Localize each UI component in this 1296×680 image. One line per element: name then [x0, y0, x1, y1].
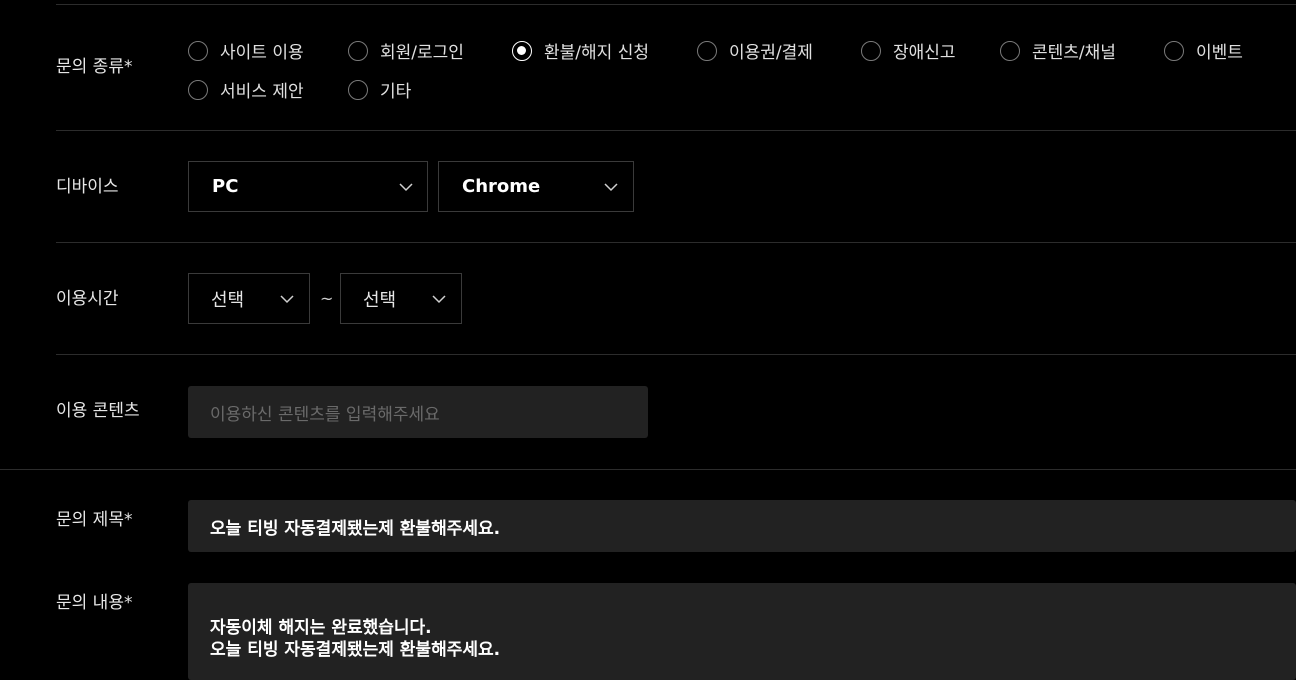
radio-circle-icon	[188, 79, 208, 100]
select-value: Chrome	[462, 176, 541, 197]
radio-circle-icon	[348, 40, 368, 61]
radio-circle-icon	[861, 40, 881, 61]
radio-label: 장애신고	[893, 43, 956, 63]
device-platform-select[interactable]: PC	[188, 161, 428, 212]
body-textarea[interactable]: 자동이체 해지는 완료했습니다. 오늘 티빙 자동결제됐는제 환불해주세요.	[188, 583, 1296, 680]
radio-label: 이벤트	[1196, 43, 1243, 63]
radio-circle-icon	[697, 40, 717, 61]
radio-label: 회원/로그인	[380, 43, 464, 63]
subject-input[interactable]: 오늘 티빙 자동결제됐는제 환불해주세요.	[188, 500, 1296, 552]
inquiry-type-label: 문의 종류*	[56, 57, 133, 77]
radio-site-usage[interactable]: 사이트 이용	[188, 38, 304, 63]
body-line-2: 오늘 티빙 자동결제됐는제 환불해주세요.	[210, 640, 501, 660]
time-range-separator: ~	[320, 289, 334, 308]
body-line-1: 자동이체 해지는 완료했습니다.	[210, 618, 432, 638]
radio-circle-icon	[1164, 40, 1184, 61]
radio-error-report[interactable]: 장애신고	[861, 38, 956, 63]
radio-checked-icon	[512, 40, 532, 61]
content-label: 이용 콘텐츠	[56, 401, 140, 421]
subject-label: 문의 제목*	[56, 510, 133, 530]
radio-label: 콘텐츠/채널	[1032, 43, 1116, 63]
divider	[56, 354, 1296, 355]
radio-other[interactable]: 기타	[348, 77, 411, 102]
subject-value: 오늘 티빙 자동결제됐는제 환불해주세요.	[210, 518, 501, 539]
usage-start-select[interactable]: 선택	[188, 273, 310, 324]
radio-circle-icon	[348, 79, 368, 100]
radio-circle-icon	[188, 40, 208, 61]
radio-label: 사이트 이용	[220, 43, 304, 63]
divider-top	[56, 4, 1296, 5]
usage-time-label: 이용시간	[56, 289, 119, 309]
device-label: 디바이스	[56, 177, 119, 197]
radio-event[interactable]: 이벤트	[1164, 38, 1243, 63]
content-placeholder: 이용하신 콘텐츠를 입력해주세요	[210, 404, 440, 425]
select-value: 선택	[211, 289, 245, 311]
chevron-down-icon	[399, 183, 413, 192]
radio-member-login[interactable]: 회원/로그인	[348, 38, 464, 63]
radio-label: 기타	[380, 82, 412, 102]
section-divider	[0, 469, 1296, 470]
radio-content-channel[interactable]: 콘텐츠/채널	[1000, 38, 1116, 63]
radio-circle-icon	[1000, 40, 1020, 61]
divider	[56, 130, 1296, 131]
radio-label: 서비스 제안	[220, 82, 304, 102]
chevron-down-icon	[604, 183, 618, 192]
chevron-down-icon	[432, 295, 446, 304]
radio-label: 환불/해지 신청	[544, 43, 649, 63]
select-value: 선택	[363, 289, 397, 311]
divider	[56, 242, 1296, 243]
content-input[interactable]: 이용하신 콘텐츠를 입력해주세요	[188, 386, 648, 438]
device-browser-select[interactable]: Chrome	[438, 161, 634, 212]
inquiry-form: 문의 종류* 사이트 이용 회원/로그인 환불/해지 신청 이용권/결제 장애신…	[0, 0, 1296, 680]
usage-end-select[interactable]: 선택	[340, 273, 462, 324]
select-value: PC	[212, 176, 239, 197]
body-label: 문의 내용*	[56, 593, 133, 613]
radio-service-suggestion[interactable]: 서비스 제안	[188, 77, 304, 102]
chevron-down-icon	[280, 295, 294, 304]
radio-label: 이용권/결제	[729, 43, 813, 63]
radio-refund-cancel[interactable]: 환불/해지 신청	[512, 38, 649, 63]
radio-pass-payment[interactable]: 이용권/결제	[697, 38, 813, 63]
